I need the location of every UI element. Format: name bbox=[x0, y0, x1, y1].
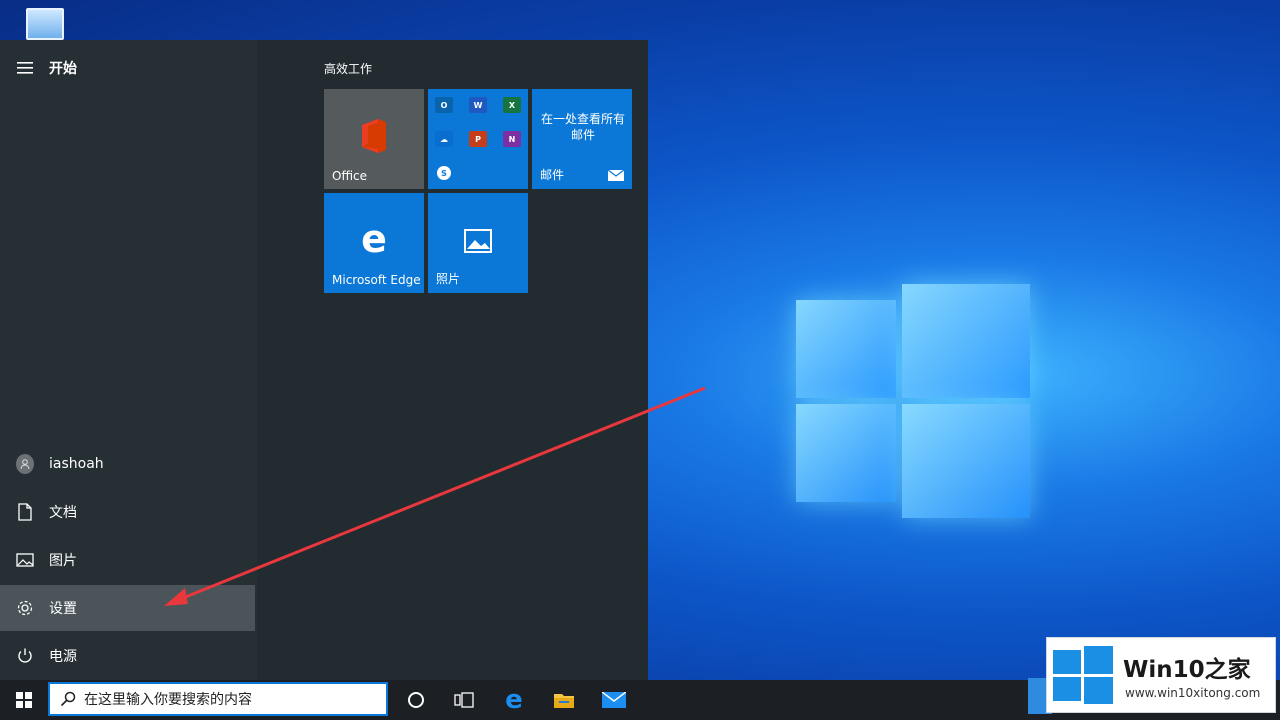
taskbar-search-box[interactable]: 在这里输入你要搜索的内容 bbox=[48, 682, 388, 716]
photos-icon bbox=[464, 229, 492, 253]
edge-icon: e bbox=[361, 217, 387, 261]
excel-icon[interactable]: X bbox=[498, 91, 526, 119]
search-placeholder: 在这里输入你要搜索的内容 bbox=[84, 692, 252, 708]
start-button[interactable] bbox=[0, 680, 48, 720]
windows-wallpaper-logo bbox=[780, 270, 1040, 520]
pictures-item[interactable]: 图片 bbox=[0, 537, 255, 583]
start-header[interactable]: 开始 bbox=[0, 45, 255, 91]
office-apps-tile[interactable]: O W X ☁ P N S bbox=[428, 89, 528, 189]
mail-icon bbox=[602, 692, 626, 708]
cortana-circle-icon bbox=[408, 692, 424, 708]
start-title: 开始 bbox=[49, 61, 77, 77]
picture-icon bbox=[16, 551, 34, 569]
file-explorer-button[interactable] bbox=[540, 680, 588, 720]
powerpoint-icon[interactable]: P bbox=[464, 125, 492, 153]
hamburger-menu-icon[interactable] bbox=[16, 59, 34, 77]
start-left-rail: 开始 iashoah 文档 图片 设置 电源 bbox=[0, 40, 257, 680]
office-tile-label: Office bbox=[332, 169, 368, 183]
watermark-url: www.win10xitong.com bbox=[1125, 686, 1261, 700]
pictures-label: 图片 bbox=[49, 553, 77, 569]
search-icon bbox=[60, 691, 76, 707]
mail-tile[interactable]: 在一处查看所有邮件 邮件 bbox=[532, 89, 632, 189]
photos-tile[interactable]: 照片 bbox=[428, 193, 528, 293]
taskbar-mail-button[interactable] bbox=[590, 680, 638, 720]
document-icon bbox=[16, 503, 34, 521]
gear-icon bbox=[16, 599, 34, 617]
task-view-icon bbox=[454, 692, 474, 708]
word-icon[interactable]: W bbox=[464, 91, 492, 119]
edge-tile[interactable]: e Microsoft Edge bbox=[324, 193, 424, 293]
office-tile[interactable]: Office bbox=[324, 89, 424, 189]
outlook-icon[interactable]: O bbox=[430, 91, 458, 119]
office-icon bbox=[362, 119, 386, 153]
settings-item[interactable]: 设置 bbox=[0, 585, 255, 631]
power-item[interactable]: 电源 bbox=[0, 633, 255, 679]
desktop-computer-icon[interactable] bbox=[26, 8, 64, 40]
win10-logo-icon bbox=[1053, 646, 1113, 704]
photos-tile-label: 照片 bbox=[436, 272, 461, 286]
windows-logo-icon bbox=[16, 692, 32, 708]
mail-tile-heading: 在一处查看所有邮件 bbox=[540, 112, 625, 142]
onedrive-icon[interactable]: ☁ bbox=[430, 125, 458, 153]
site-watermark: Win10之家 www.win10xitong.com bbox=[1046, 637, 1276, 713]
edge-icon: e bbox=[505, 685, 523, 715]
documents-item[interactable]: 文档 bbox=[0, 489, 255, 535]
folder-icon bbox=[554, 694, 574, 708]
user-name-label: iashoah bbox=[49, 456, 104, 472]
user-avatar-icon bbox=[16, 454, 34, 474]
taskbar-edge-button[interactable]: e bbox=[490, 680, 538, 720]
edge-tile-label: Microsoft Edge bbox=[332, 273, 421, 287]
cortana-button[interactable] bbox=[392, 680, 440, 720]
mail-envelope-icon bbox=[608, 170, 624, 181]
tile-group-title: 高效工作 bbox=[324, 62, 373, 76]
start-menu: 开始 iashoah 文档 图片 设置 电源 高效工作 Office O W X… bbox=[0, 40, 648, 680]
documents-label: 文档 bbox=[49, 505, 77, 521]
mail-tile-label: 邮件 bbox=[540, 168, 565, 182]
power-label: 电源 bbox=[49, 649, 77, 665]
user-account-item[interactable]: iashoah bbox=[0, 441, 255, 487]
power-icon bbox=[16, 647, 34, 665]
settings-label: 设置 bbox=[49, 601, 77, 617]
task-view-button[interactable] bbox=[440, 680, 488, 720]
skype-icon[interactable]: S bbox=[430, 159, 458, 187]
onenote-icon[interactable]: N bbox=[498, 125, 526, 153]
watermark-title: Win10之家 bbox=[1123, 657, 1251, 683]
